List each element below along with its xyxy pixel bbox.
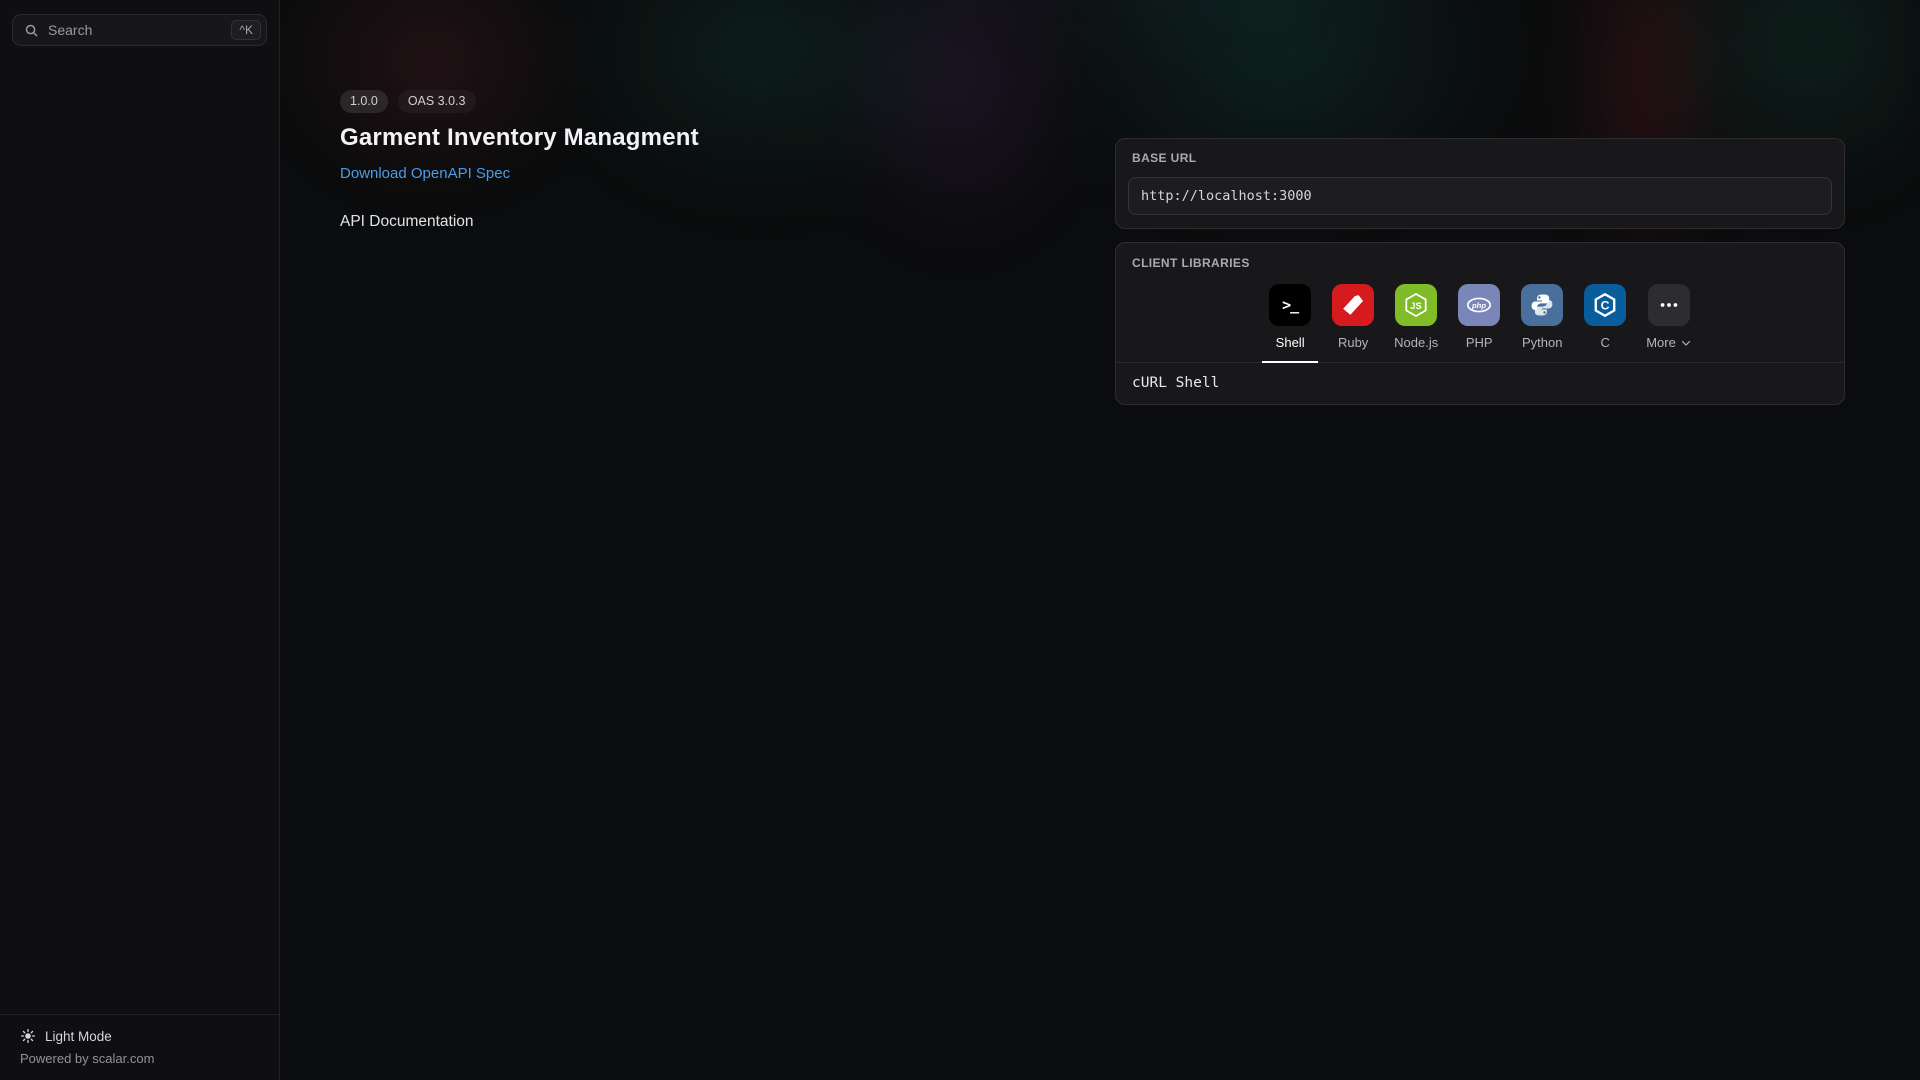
tab-shell[interactable]: >_ Shell <box>1262 280 1318 362</box>
client-libraries-header: CLIENT LIBRARIES <box>1116 243 1844 274</box>
python-icon <box>1521 284 1563 326</box>
oas-badge: OAS 3.0.3 <box>398 90 476 113</box>
version-badges: 1.0.0 OAS 3.0.3 <box>340 90 699 113</box>
base-url-card: BASE URL http://localhost:3000 <box>1115 138 1845 229</box>
sidebar-footer: Light Mode Powered by scalar.com <box>0 1014 279 1080</box>
chevron-down-icon <box>1680 337 1692 349</box>
svg-text:JS: JS <box>1410 301 1421 311</box>
tab-python[interactable]: Python <box>1514 280 1570 362</box>
c-icon: C <box>1584 284 1626 326</box>
theme-toggle-button[interactable]: Light Mode <box>20 1028 259 1044</box>
nodejs-icon: JS <box>1395 284 1437 326</box>
code-snippet-header: cURL Shell <box>1116 363 1844 404</box>
svg-text:C: C <box>1601 299 1610 313</box>
base-url-input[interactable]: http://localhost:3000 <box>1128 177 1832 215</box>
tab-nodejs-label: Node.js <box>1394 335 1438 350</box>
tab-nodejs[interactable]: JS Node.js <box>1388 280 1444 362</box>
client-library-tabs: >_ Shell Ruby JS <box>1116 274 1844 363</box>
download-openapi-link[interactable]: Download OpenAPI Spec <box>340 165 510 182</box>
search-input[interactable]: Search ^K <box>12 14 267 46</box>
php-icon: php <box>1458 284 1500 326</box>
tab-ruby-label: Ruby <box>1338 335 1368 350</box>
powered-by-link[interactable]: Powered by scalar.com <box>20 1051 259 1066</box>
version-badge: 1.0.0 <box>340 90 388 113</box>
api-description: API Documentation <box>340 213 699 231</box>
tab-python-label: Python <box>1522 335 1562 350</box>
base-url-header: BASE URL <box>1116 139 1844 169</box>
svg-text:php: php <box>1471 301 1486 310</box>
tab-php[interactable]: php PHP <box>1451 280 1507 362</box>
search-shortcut-badge: ^K <box>231 20 261 40</box>
search-icon <box>24 23 39 38</box>
tab-c[interactable]: C C <box>1577 280 1633 362</box>
ruby-icon <box>1332 284 1374 326</box>
ellipsis-icon <box>1648 284 1690 326</box>
theme-toggle-label: Light Mode <box>45 1029 112 1044</box>
sidebar: Search ^K Light Mode Powered by scalar.c… <box>0 0 280 1080</box>
tab-ruby[interactable]: Ruby <box>1325 280 1381 362</box>
sun-icon <box>20 1028 36 1044</box>
tab-more-label: More <box>1646 335 1692 350</box>
client-libraries-card: CLIENT LIBRARIES >_ Shell Ruby <box>1115 242 1845 405</box>
tab-shell-label: Shell <box>1276 335 1305 350</box>
api-intro-section: 1.0.0 OAS 3.0.3 Garment Inventory Managm… <box>340 90 699 231</box>
tab-c-label: C <box>1601 335 1610 350</box>
tab-more[interactable]: More <box>1640 280 1698 362</box>
terminal-icon: >_ <box>1269 284 1311 326</box>
tab-php-label: PHP <box>1466 335 1493 350</box>
request-panel: BASE URL http://localhost:3000 CLIENT LI… <box>1115 138 1845 405</box>
search-placeholder: Search <box>48 22 222 38</box>
page-title: Garment Inventory Managment <box>340 124 699 152</box>
